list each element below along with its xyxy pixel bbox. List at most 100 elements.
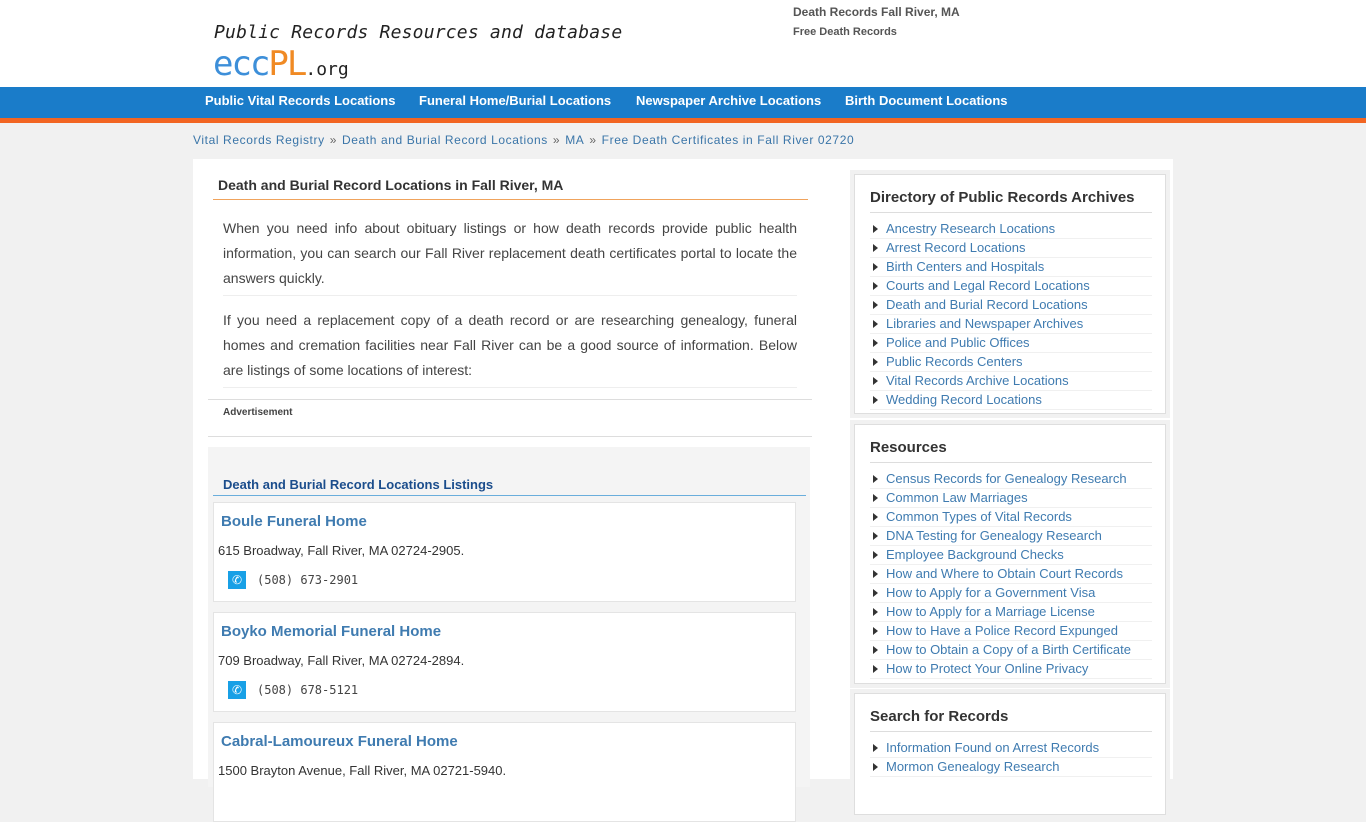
caret-right-icon [873, 282, 878, 290]
listing-name-link[interactable]: Boule Funeral Home [221, 513, 367, 530]
sidebar-item-link[interactable]: Birth Centers and Hospitals [886, 259, 1044, 274]
caret-right-icon [873, 589, 878, 597]
sidebar-item[interactable]: Birth Centers and Hospitals [870, 258, 1152, 277]
caret-right-icon [873, 532, 878, 540]
caret-right-icon [873, 665, 878, 673]
sidebar-item-link[interactable]: Ancestry Research Locations [886, 221, 1055, 236]
sidebar-item[interactable]: Common Types of Vital Records [870, 508, 1152, 527]
sidebar-item[interactable]: How to Protect Your Online Privacy [870, 660, 1152, 679]
caret-right-icon [873, 608, 878, 616]
caret-right-icon [873, 301, 878, 309]
breadcrumb-separator: » [552, 133, 561, 147]
sidebar-item[interactable]: Police and Public Offices [870, 334, 1152, 353]
sidebar-item-link[interactable]: Mormon Genealogy Research [886, 759, 1059, 774]
logo-part-ecc: ecc [213, 44, 270, 84]
listing-name-link[interactable]: Cabral-Lamoureux Funeral Home [221, 733, 458, 750]
sidebar-item[interactable]: How to Apply for a Marriage License [870, 603, 1152, 622]
sidebar-item-link[interactable]: How to Have a Police Record Expunged [886, 623, 1118, 638]
phone-icon: ✆ [228, 571, 246, 589]
nav-public-vital-records[interactable]: Public Vital Records Locations [205, 93, 395, 108]
caret-right-icon [873, 475, 878, 483]
site-tagline: Public Records Resources and database [214, 22, 623, 43]
breadcrumb-current-page[interactable]: Free Death Certificates in Fall River 02… [602, 133, 855, 147]
sidebar-item[interactable]: How to Have a Police Record Expunged [870, 622, 1152, 641]
listing-address: 709 Broadway, Fall River, MA 02724-2894. [218, 653, 465, 668]
sidebar-item-link[interactable]: How to Obtain a Copy of a Birth Certific… [886, 642, 1131, 657]
sidebar-item[interactable]: Vital Records Archive Locations [870, 372, 1152, 391]
sidebar-item-link[interactable]: Information Found on Arrest Records [886, 740, 1099, 755]
sidebar-item[interactable]: How to Apply for a Government Visa [870, 584, 1152, 603]
sidebar-item-link[interactable]: DNA Testing for Genealogy Research [886, 528, 1102, 543]
sidebar-item-link[interactable]: How to Protect Your Online Privacy [886, 661, 1088, 676]
sidebar-item[interactable]: Ancestry Research Locations [870, 220, 1152, 239]
content-container: Death and Burial Record Locations in Fal… [193, 159, 1173, 822]
nav-newspaper-archive[interactable]: Newspaper Archive Locations [636, 93, 821, 108]
listing-address: 1500 Brayton Avenue, Fall River, MA 0272… [218, 763, 507, 778]
listing-phone[interactable]: (508) 673-2901 [257, 573, 358, 587]
sidebar-resources-box: Resources Census Records for Genealogy R… [854, 424, 1166, 684]
sidebar-item[interactable]: Employee Background Checks [870, 546, 1152, 565]
advertisement-slot: Advertisement [208, 399, 812, 437]
sidebar-item[interactable]: Public Records Centers [870, 353, 1152, 372]
sidebar-item-link[interactable]: Death and Burial Record Locations [886, 297, 1088, 312]
sidebar-item-link[interactable]: Common Types of Vital Records [886, 509, 1072, 524]
breadcrumb-ma[interactable]: MA [565, 133, 584, 147]
sidebar-item-link[interactable]: Vital Records Archive Locations [886, 373, 1069, 388]
caret-right-icon [873, 570, 878, 578]
sidebar-item[interactable]: Death and Burial Record Locations [870, 296, 1152, 315]
listings-panel: Death and Burial Record Locations Listin… [208, 447, 810, 822]
breadcrumb-death-burial[interactable]: Death and Burial Record Locations [342, 133, 548, 147]
logo-part-pl: PL [268, 44, 307, 84]
sidebar-item-link[interactable]: Employee Background Checks [886, 547, 1064, 562]
listing-address: 615 Broadway, Fall River, MA 02724-2905. [218, 543, 465, 558]
caret-right-icon [873, 763, 878, 771]
nav-funeral-home-burial[interactable]: Funeral Home/Burial Locations [419, 93, 611, 108]
main-nav: Public Vital Records Locations Funeral H… [0, 87, 1366, 123]
listing-phone[interactable]: (508) 678-5121 [257, 683, 358, 697]
sidebar-item-link[interactable]: Arrest Record Locations [886, 240, 1025, 255]
sidebar-item-link[interactable]: Public Records Centers [886, 354, 1023, 369]
site-header: Public Records Resources and database ec… [0, 0, 1366, 87]
sidebar-directory-title: Directory of Public Records Archives [870, 189, 1152, 213]
sidebar-item-link[interactable]: Census Records for Genealogy Research [886, 471, 1127, 486]
breadcrumb-separator: » [329, 133, 337, 147]
listing-card: Cabral-Lamoureux Funeral Home 1500 Brayt… [213, 722, 796, 822]
nav-birth-document[interactable]: Birth Document Locations [845, 93, 1008, 108]
sidebar-item-link[interactable]: Wedding Record Locations [886, 392, 1042, 407]
intro-paragraph-1: When you need info about obituary listin… [223, 216, 797, 296]
sidebar-item-link[interactable]: Courts and Legal Record Locations [886, 278, 1090, 293]
breadcrumb-vital-records-registry[interactable]: Vital Records Registry [193, 133, 325, 147]
caret-right-icon [873, 627, 878, 635]
caret-right-icon [873, 744, 878, 752]
caret-right-icon [873, 646, 878, 654]
sidebar-item[interactable]: How to Obtain a Copy of a Birth Certific… [870, 641, 1152, 660]
sidebar-item-link[interactable]: Libraries and Newspaper Archives [886, 316, 1083, 331]
caret-right-icon [873, 377, 878, 385]
sidebar-resources-title: Resources [870, 439, 1152, 463]
logo-part-org: .org [305, 59, 349, 80]
sidebar-item[interactable]: Arrest Record Locations [870, 239, 1152, 258]
breadcrumb: Vital Records Registry » Death and Burial … [193, 133, 854, 147]
listing-name-link[interactable]: Boyko Memorial Funeral Home [221, 623, 441, 640]
listings-header: Death and Burial Record Locations Listin… [213, 477, 806, 496]
sidebar-item[interactable]: Census Records for Genealogy Research [870, 470, 1152, 489]
sidebar-item-link[interactable]: Police and Public Offices [886, 335, 1030, 350]
sidebar-item[interactable]: How and Where to Obtain Court Records [870, 565, 1152, 584]
sidebar-item-link[interactable]: How to Apply for a Government Visa [886, 585, 1095, 600]
listing-card: Boule Funeral Home 615 Broadway, Fall Ri… [213, 502, 796, 602]
sidebar-directory-box: Directory of Public Records Archives Anc… [854, 174, 1166, 414]
sidebar-item[interactable]: DNA Testing for Genealogy Research [870, 527, 1152, 546]
sidebar-search-title: Search for Records [870, 708, 1152, 732]
sidebar-item[interactable]: Courts and Legal Record Locations [870, 277, 1152, 296]
sidebar-item[interactable]: Wedding Record Locations [870, 391, 1152, 410]
sidebar-item-link[interactable]: Common Law Marriages [886, 490, 1028, 505]
sidebar-item[interactable]: Information Found on Arrest Records [870, 739, 1152, 758]
sidebar-item-link[interactable]: How to Apply for a Marriage License [886, 604, 1095, 619]
listing-card: Boyko Memorial Funeral Home 709 Broadway… [213, 612, 796, 712]
caret-right-icon [873, 244, 878, 252]
intro-paragraph-2: If you need a replacement copy of a deat… [223, 308, 797, 388]
site-logo[interactable]: eccPL.org [213, 44, 349, 84]
sidebar-item[interactable]: Libraries and Newspaper Archives [870, 315, 1152, 334]
sidebar-item[interactable]: Common Law Marriages [870, 489, 1152, 508]
sidebar-item-link[interactable]: How and Where to Obtain Court Records [886, 566, 1123, 581]
